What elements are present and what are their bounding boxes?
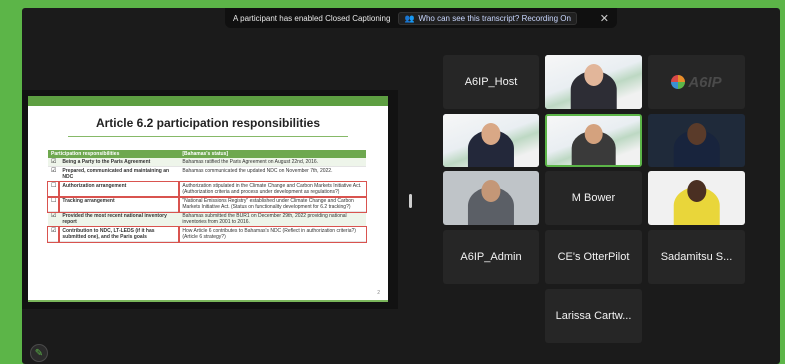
table-row: ☑ Being a Party to the Paris Agreement B… bbox=[48, 158, 366, 167]
checkbox-icon: ☑ bbox=[48, 166, 60, 182]
a6ip-logo: A6IP bbox=[671, 73, 722, 91]
checkbox-icon: ☑ bbox=[48, 211, 60, 227]
annotate-pen-icon[interactable]: ✎ bbox=[30, 344, 48, 362]
close-icon[interactable]: ✕ bbox=[600, 12, 609, 25]
responsibility-cell: Contribution to NDC, LT-LEDS (if it has … bbox=[58, 225, 181, 243]
participant-video-tile[interactable] bbox=[443, 114, 539, 167]
responsibility-cell: Being a Party to the Paris Agreement bbox=[59, 158, 180, 167]
status-cell: "National Emissions Registry" establishe… bbox=[178, 195, 367, 213]
meeting-window: A participant has enabled Closed Caption… bbox=[22, 8, 780, 364]
presentation-slide: Article 6.2 participation responsibiliti… bbox=[28, 96, 388, 302]
shared-screen: Article 6.2 participation responsibiliti… bbox=[22, 90, 398, 309]
participant-tile-logo[interactable]: A6IP bbox=[648, 55, 745, 109]
participant-name: A6IP_Admin bbox=[460, 251, 522, 263]
responsibility-cell: Authorization arrangement bbox=[58, 180, 181, 198]
logo-text: A6IP bbox=[688, 73, 722, 91]
transcript-link-label: Who can see this transcript? Recording O… bbox=[418, 13, 571, 23]
participant-video-tile[interactable] bbox=[648, 171, 745, 225]
slide-page-number: 2 bbox=[377, 290, 380, 296]
status-cell: Bahamas ratified the Paris Agreement on … bbox=[179, 158, 366, 167]
table-header-responsibilities: Participation responsibilities bbox=[48, 150, 180, 158]
people-icon: 👥 bbox=[404, 13, 415, 23]
participant-name: A6IP_Host bbox=[464, 76, 518, 88]
status-cell: How Article 6 contributes to Bahamas's N… bbox=[178, 225, 367, 243]
participant-name: CE's OtterPilot bbox=[557, 251, 630, 263]
checkbox-icon: ☐ bbox=[46, 195, 61, 213]
participant-tile-m-bower[interactable]: M Bower bbox=[545, 171, 642, 225]
transcript-visibility-button[interactable]: 👥 Who can see this transcript? Recording… bbox=[398, 11, 577, 25]
participant-video-tile[interactable] bbox=[648, 114, 745, 167]
participant-tile-otterpilot[interactable]: CE's OtterPilot bbox=[545, 230, 642, 284]
table-row: ☑ Contribution to NDC, LT-LEDS (if it ha… bbox=[46, 225, 367, 243]
table-row: ☑ Prepared, communicated and maintaining… bbox=[48, 166, 366, 182]
active-speaker-tile[interactable] bbox=[545, 114, 642, 167]
status-cell: Bahamas submitted the BUR1 on December 2… bbox=[179, 211, 366, 227]
responsibility-cell: Provided the most recent national invent… bbox=[59, 211, 180, 227]
responsibility-cell: Prepared, communicated and maintaining a… bbox=[59, 166, 180, 182]
responsibilities-table: Participation responsibilities [Bahamas'… bbox=[46, 150, 367, 243]
flower-logo-icon bbox=[671, 75, 686, 89]
checkbox-icon: ☑ bbox=[46, 225, 61, 243]
participant-tile-admin[interactable]: A6IP_Admin bbox=[443, 230, 539, 284]
participant-video-tile[interactable] bbox=[443, 171, 539, 225]
status-cell: Bahamas communicated the updated NDC on … bbox=[179, 166, 366, 182]
participant-tile-host[interactable]: A6IP_Host bbox=[443, 55, 539, 109]
participant-name: Larissa Cartw... bbox=[555, 310, 632, 322]
participant-tile-larissa[interactable]: Larissa Cartw... bbox=[545, 289, 642, 343]
split-view-handle[interactable] bbox=[409, 194, 412, 208]
participant-name: M Bower bbox=[571, 192, 616, 204]
slide-title: Article 6.2 participation responsibiliti… bbox=[28, 116, 388, 137]
table-row: ☐ Tracking arrangement "National Emissio… bbox=[46, 195, 367, 213]
closed-caption-banner: A participant has enabled Closed Caption… bbox=[225, 8, 617, 28]
checkbox-icon: ☑ bbox=[48, 158, 60, 167]
cc-message: A participant has enabled Closed Caption… bbox=[233, 13, 391, 23]
checkbox-icon: ☐ bbox=[46, 180, 61, 198]
table-row: ☐ Authorization arrangement Authorizatio… bbox=[46, 180, 367, 198]
participant-tile-sadamitsu[interactable]: Sadamitsu S... bbox=[648, 230, 745, 284]
table-row: ☑ Provided the most recent national inve… bbox=[48, 211, 366, 227]
participant-video-tile[interactable] bbox=[545, 55, 642, 109]
responsibility-cell: Tracking arrangement bbox=[58, 195, 181, 213]
status-cell: Authorization stipulated in the Climate … bbox=[178, 180, 367, 198]
table-header-status: [Bahamas's status] bbox=[179, 150, 366, 158]
participant-name: Sadamitsu S... bbox=[660, 251, 733, 263]
